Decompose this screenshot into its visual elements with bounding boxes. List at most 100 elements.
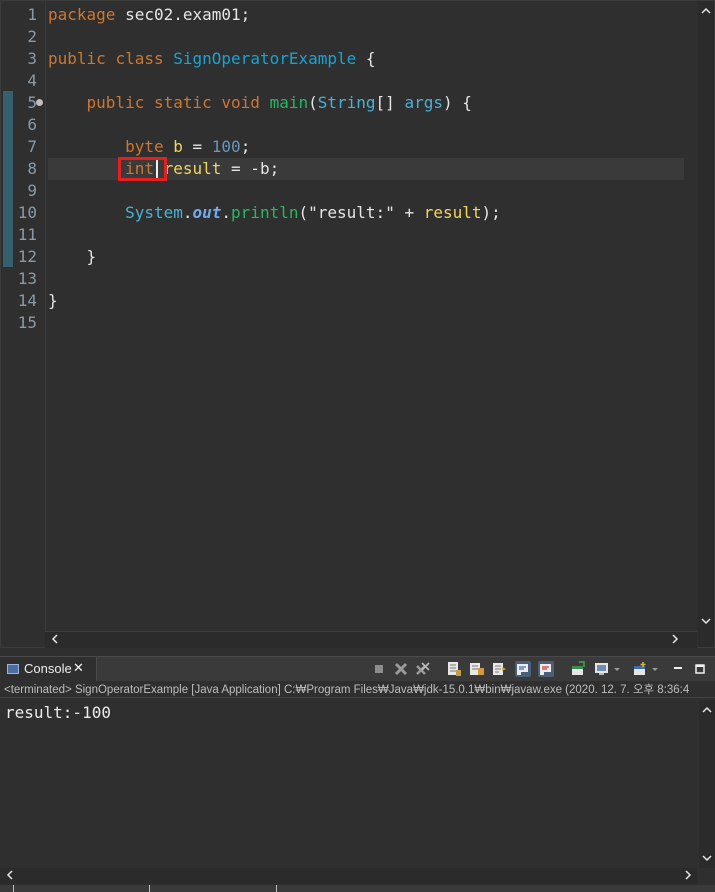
code-token: = -b; [221, 159, 280, 178]
console-view: Console ✕ <terminated> SignOperatorExamp… [0, 656, 715, 892]
code-token: ( [298, 203, 309, 222]
keyword-token: void [221, 93, 260, 112]
code-editor[interactable]: 1 2 3 4 5 6 7 8 9 10 11 12 13 14 15 pack… [0, 0, 715, 648]
open-console-icon[interactable] [632, 661, 648, 677]
scroll-left-icon[interactable] [2, 868, 18, 884]
line-number: 10 [17, 203, 37, 222]
console-output-line: result:-100 [5, 703, 111, 722]
class-name-token: String [317, 93, 376, 112]
status-bar-separator [13, 885, 14, 892]
keyword-token: byte [125, 137, 164, 156]
show-console-on-error-icon[interactable] [538, 661, 554, 677]
line-number: 2 [27, 27, 37, 46]
status-bar [0, 885, 715, 892]
code-token: ( [308, 93, 318, 112]
console-vertical-scrollbar[interactable] [699, 700, 715, 868]
line-number: 11 [17, 225, 37, 244]
code-token: { [356, 49, 376, 68]
scroll-up-icon[interactable] [699, 702, 715, 718]
code-token: . [182, 203, 193, 222]
maximize-icon[interactable] [692, 661, 708, 677]
method-token: println [231, 203, 299, 222]
console-tab-bar: Console ✕ [0, 656, 715, 681]
chevron-down-icon[interactable] [650, 661, 666, 677]
keyword-token: static [153, 93, 212, 112]
remove-all-terminated-icon[interactable] [415, 661, 431, 677]
console-output[interactable]: result:-100 [0, 700, 697, 868]
eclipse-window: 1 2 3 4 5 6 7 8 9 10 11 12 13 14 15 pack… [0, 0, 715, 892]
line-number-gutter: 1 2 3 4 5 6 7 8 9 10 11 12 13 14 15 [1, 1, 46, 631]
code-line[interactable]: public class SignOperatorExample { [48, 48, 684, 70]
static-field-token: out [192, 203, 222, 222]
line-number: 14 [17, 291, 37, 310]
text-caret [156, 160, 158, 178]
code-area[interactable]: package sec02.exam01; public class SignO… [48, 1, 684, 631]
keyword-token: public [86, 93, 145, 112]
line-number: 13 [17, 269, 37, 288]
keyword-token: package [48, 5, 116, 24]
tab-console[interactable]: Console ✕ [0, 657, 97, 681]
word-wrap-icon[interactable] [492, 661, 508, 677]
class-name-token: SignOperatorExample [173, 49, 357, 68]
console-icon [7, 664, 19, 674]
fold-marker-icon[interactable] [36, 99, 43, 106]
line-number: 8 [27, 159, 37, 178]
class-name-token: System [125, 203, 183, 222]
code-token: } [48, 291, 58, 310]
keyword-token: public [48, 49, 106, 68]
code-token: ); [481, 203, 501, 222]
code-token: . [221, 203, 232, 222]
line-number: 9 [27, 181, 37, 200]
clear-console-icon[interactable] [446, 661, 462, 677]
variable-token: result [163, 159, 222, 178]
line-number: 6 [27, 115, 37, 134]
code-line[interactable]: } [48, 290, 684, 312]
code-line[interactable]: System.out.println("result:" + result); [48, 202, 684, 224]
close-icon[interactable]: ✕ [73, 657, 84, 681]
line-number: 5 [27, 93, 37, 112]
number-token: 100 [211, 137, 241, 156]
scroll-up-icon[interactable] [698, 3, 714, 19]
chevron-down-icon[interactable] [612, 661, 628, 677]
editor-horizontal-scrollbar[interactable] [45, 631, 697, 648]
code-line[interactable]: package sec02.exam01; [48, 4, 684, 26]
scroll-right-icon[interactable] [667, 632, 683, 648]
code-token: sec02.exam01; [115, 5, 251, 24]
string-token: "result:" [308, 203, 395, 222]
editor-vertical-scrollbar[interactable] [698, 1, 714, 631]
scrollbar-corner [698, 631, 714, 647]
code-token: ; [240, 137, 251, 156]
variable-token: b [173, 137, 183, 156]
line-number: 3 [27, 49, 37, 68]
code-token: } [86, 247, 97, 266]
scroll-right-icon[interactable] [680, 868, 696, 884]
status-bar-separator [276, 885, 277, 892]
remove-launch-icon[interactable] [393, 661, 409, 677]
scroll-left-icon[interactable] [47, 632, 63, 648]
method-token: main [269, 93, 309, 112]
code-token: ) { [442, 93, 472, 112]
code-line[interactable]: byte b = 100; [48, 136, 684, 158]
launch-status-text: <terminated> SignOperatorExample [Java A… [0, 682, 715, 698]
code-token: = [182, 137, 212, 156]
parameter-token: args [404, 93, 443, 112]
scroll-down-icon[interactable] [698, 613, 714, 629]
pin-console-icon[interactable] [570, 661, 586, 677]
code-line[interactable]: public static void main(String[] args) { [48, 92, 684, 114]
annotation-highlight-box [118, 157, 167, 181]
console-horizontal-scrollbar[interactable] [0, 868, 697, 884]
line-number: 12 [17, 247, 37, 266]
status-bar-separator [149, 885, 150, 892]
show-console-on-output-icon[interactable] [515, 661, 531, 677]
variable-token: result [423, 203, 482, 222]
code-token: + [394, 203, 424, 222]
terminate-icon[interactable] [371, 661, 387, 677]
line-number: 4 [27, 71, 37, 90]
code-line[interactable]: } [48, 246, 684, 268]
display-selected-console-icon[interactable] [594, 661, 610, 677]
scroll-down-icon[interactable] [699, 850, 715, 866]
minimize-icon[interactable] [670, 661, 686, 677]
code-token: [] [375, 93, 405, 112]
line-number: 1 [27, 5, 37, 24]
scroll-lock-icon[interactable] [469, 661, 485, 677]
